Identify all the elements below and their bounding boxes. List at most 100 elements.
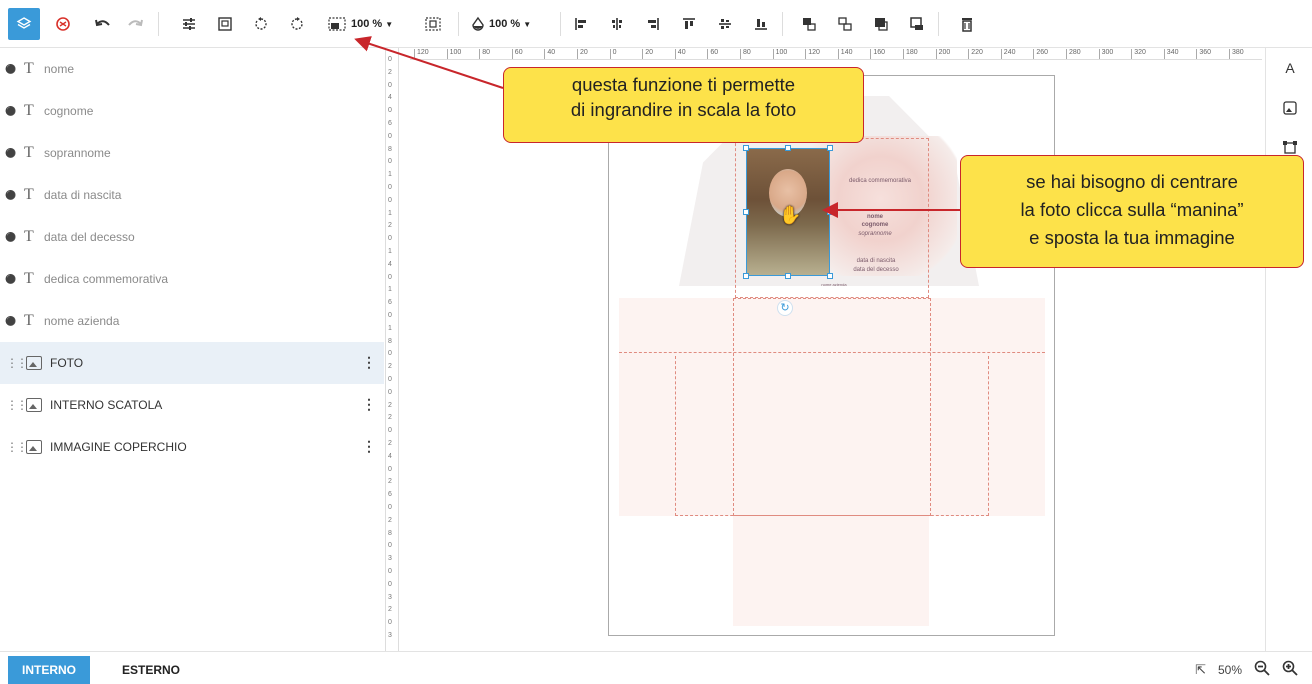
- send-backward-icon[interactable]: [832, 8, 858, 40]
- bottom-bar: INTERNO ESTERNO ⇱ 50%: [0, 651, 1312, 684]
- layer-item-soprannome[interactable]: ⚫ T soprannome: [0, 132, 384, 174]
- drag-handle-icon[interactable]: ⋮⋮: [6, 398, 28, 412]
- chevron-down-icon: ▼: [523, 19, 532, 29]
- toolbar-divider: [158, 12, 159, 36]
- layer-item-nome[interactable]: ⚫ T nome: [0, 48, 384, 90]
- delete-icon[interactable]: [954, 8, 980, 40]
- ruler-tick-label: 80: [479, 49, 490, 59]
- image-tool-icon[interactable]: [1280, 98, 1300, 118]
- card-nome: nome: [866, 214, 883, 220]
- ruler-tick-label: 0: [388, 107, 392, 115]
- layer-item-foto[interactable]: ⋮⋮ FOTO ⋮: [0, 342, 384, 384]
- callout-line: e sposta la tua immagine: [1029, 227, 1235, 248]
- zoom-controls: ⇱ 50%: [1195, 660, 1298, 679]
- resize-handle[interactable]: [785, 273, 791, 279]
- design-canvas[interactable]: ✋ ↻ dedica commemorativa nome cognome so…: [400, 61, 1262, 651]
- ruler-tick-label: 0: [388, 312, 392, 319]
- lock-icon: ⚫: [5, 189, 17, 200]
- ruler-tick-label: 6: [388, 299, 392, 307]
- text-layer-icon: T: [24, 270, 34, 287]
- ruler-tick-label: 0: [388, 376, 392, 383]
- ruler-tick-label: 0: [388, 273, 392, 281]
- opacity-control[interactable]: 100 % ▼: [470, 8, 531, 40]
- text-layer-icon: T: [24, 60, 34, 77]
- ruler-tick-label: 0: [388, 132, 392, 140]
- crop-icon[interactable]: [420, 8, 446, 40]
- more-options-icon[interactable]: ⋮: [362, 438, 376, 455]
- layer-item-data-decesso[interactable]: ⚫ T data del decesso: [0, 216, 384, 258]
- ruler-tick-label: 0: [388, 465, 392, 473]
- layer-label: dedica commemorativa: [44, 272, 169, 286]
- layer-item-immagine-coperchio[interactable]: ⋮⋮ IMMAGINE COPERCHIO ⋮: [0, 426, 384, 468]
- bring-forward-icon[interactable]: [796, 8, 822, 40]
- lock-icon: ⚫: [5, 147, 17, 158]
- rotate-left-icon[interactable]: [248, 8, 274, 40]
- dieline-fold: [619, 352, 1045, 353]
- align-left-icon[interactable]: [568, 8, 594, 40]
- adjust-icon[interactable]: [176, 8, 202, 40]
- layer-label: IMMAGINE COPERCHIO: [50, 440, 187, 454]
- ruler-tick-label: 40: [674, 49, 686, 59]
- zoom-in-icon[interactable]: [1282, 660, 1298, 679]
- right-toolbar: A: [1265, 48, 1312, 651]
- callout-line: se hai bisogno di centrare: [1026, 171, 1238, 192]
- more-options-icon[interactable]: ⋮: [362, 354, 376, 371]
- layer-label: FOTO: [50, 356, 84, 370]
- rotate-right-icon[interactable]: [284, 8, 310, 40]
- text-layer-icon: T: [24, 144, 34, 161]
- history-icon[interactable]: [50, 8, 76, 40]
- tab-interno[interactable]: INTERNO: [8, 656, 90, 684]
- layers-icon[interactable]: [8, 8, 40, 40]
- ruler-tick-label: 8: [388, 145, 392, 153]
- send-back-icon[interactable]: [904, 8, 930, 40]
- more-options-icon[interactable]: ⋮: [362, 396, 376, 413]
- drag-handle-icon[interactable]: ⋮⋮: [6, 440, 28, 454]
- card-nascita: data di nascita: [856, 258, 896, 264]
- ruler-tick-label: 120: [414, 49, 429, 59]
- align-bottom-icon[interactable]: [748, 8, 774, 40]
- ruler-tick-label: 4: [388, 452, 392, 460]
- callout-line: di ingrandire in scala la foto: [570, 99, 797, 120]
- resize-handle[interactable]: [785, 145, 791, 151]
- layer-item-interno-scatola[interactable]: ⋮⋮ INTERNO SCATOLA ⋮: [0, 384, 384, 426]
- layer-item-cognome[interactable]: ⚫ T cognome: [0, 90, 384, 132]
- layer-item-nome-azienda[interactable]: ⚫ T nome azienda: [0, 300, 384, 342]
- resize-handle[interactable]: [827, 209, 833, 215]
- vertical-ruler: 0 2 0 4 0 6 0 8 0 1 0 0 1 2 0 1 4 0 1 6 0 1 8 0 2 0 0 2 2 0 2 4 0 2 6 0 2 8 0 3…: [385, 48, 399, 651]
- align-center-v-icon[interactable]: [604, 8, 630, 40]
- ruler-tick-label: 60: [707, 49, 718, 59]
- layer-item-dedica[interactable]: ⚫ T dedica commemorativa: [0, 258, 384, 300]
- ruler-tick-label: 340: [1163, 49, 1178, 59]
- ruler-tick-label: 0: [388, 196, 392, 204]
- ruler-tick-label: 6: [388, 120, 392, 127]
- text-tool-icon[interactable]: A: [1280, 58, 1300, 78]
- lock-icon: ⚫: [5, 315, 17, 326]
- resize-handle[interactable]: [743, 273, 749, 279]
- drag-handle-icon[interactable]: ⋮⋮: [6, 356, 28, 370]
- resize-handle[interactable]: [827, 145, 833, 151]
- zoom-out-icon[interactable]: [1254, 660, 1270, 679]
- card-azienda: nome azienda: [821, 282, 847, 287]
- image-frame-icon[interactable]: [212, 8, 238, 40]
- box-flap-bottom: [733, 516, 929, 626]
- card-decesso: data del decesso: [853, 267, 899, 273]
- redo-icon[interactable]: [122, 8, 148, 40]
- image-scale-control[interactable]: 100 % ▼: [328, 8, 393, 40]
- ruler-tick-label: 0: [388, 504, 392, 511]
- undo-icon[interactable]: [90, 8, 116, 40]
- bring-front-icon[interactable]: [868, 8, 894, 40]
- layer-item-data-nascita[interactable]: ⚫ T data di nascita: [0, 174, 384, 216]
- image-scale-value: 100 %: [351, 18, 383, 30]
- resize-handle[interactable]: [743, 209, 749, 215]
- rotate-handle-icon[interactable]: ↻: [777, 300, 793, 316]
- resize-handle[interactable]: [827, 273, 833, 279]
- align-middle-icon[interactable]: [712, 8, 738, 40]
- card-dedica: dedica commemorativa: [848, 178, 912, 184]
- lock-icon: ⚫: [5, 63, 17, 74]
- selection-box: [746, 148, 830, 276]
- resize-handle[interactable]: [743, 145, 749, 151]
- fullscreen-icon[interactable]: ⇱: [1195, 662, 1206, 678]
- align-right-icon[interactable]: [640, 8, 666, 40]
- tab-esterno[interactable]: ESTERNO: [108, 656, 194, 684]
- align-top-icon[interactable]: [676, 8, 702, 40]
